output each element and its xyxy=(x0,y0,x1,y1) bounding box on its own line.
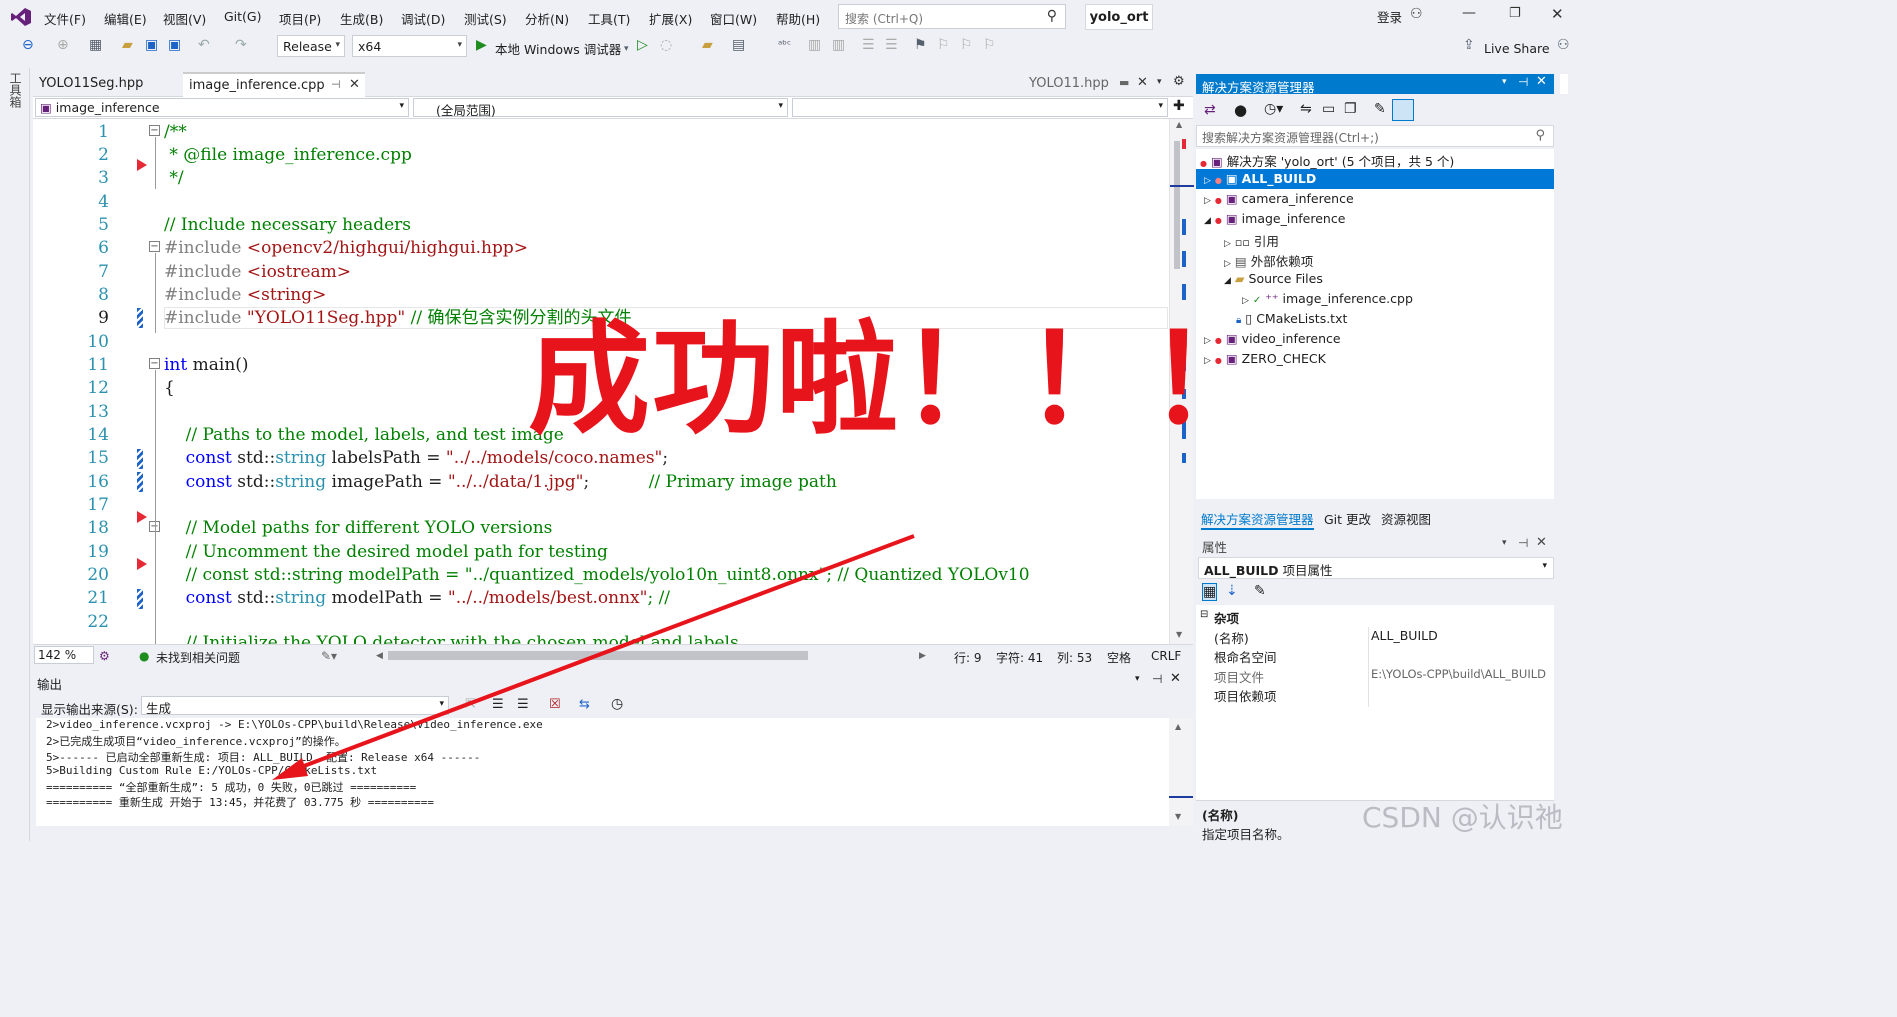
arrow-shaft xyxy=(287,534,915,774)
watermark: CSDN @认识祂 xyxy=(1362,801,1563,834)
arrow-annotation xyxy=(272,534,915,780)
arrow-head xyxy=(272,758,308,780)
